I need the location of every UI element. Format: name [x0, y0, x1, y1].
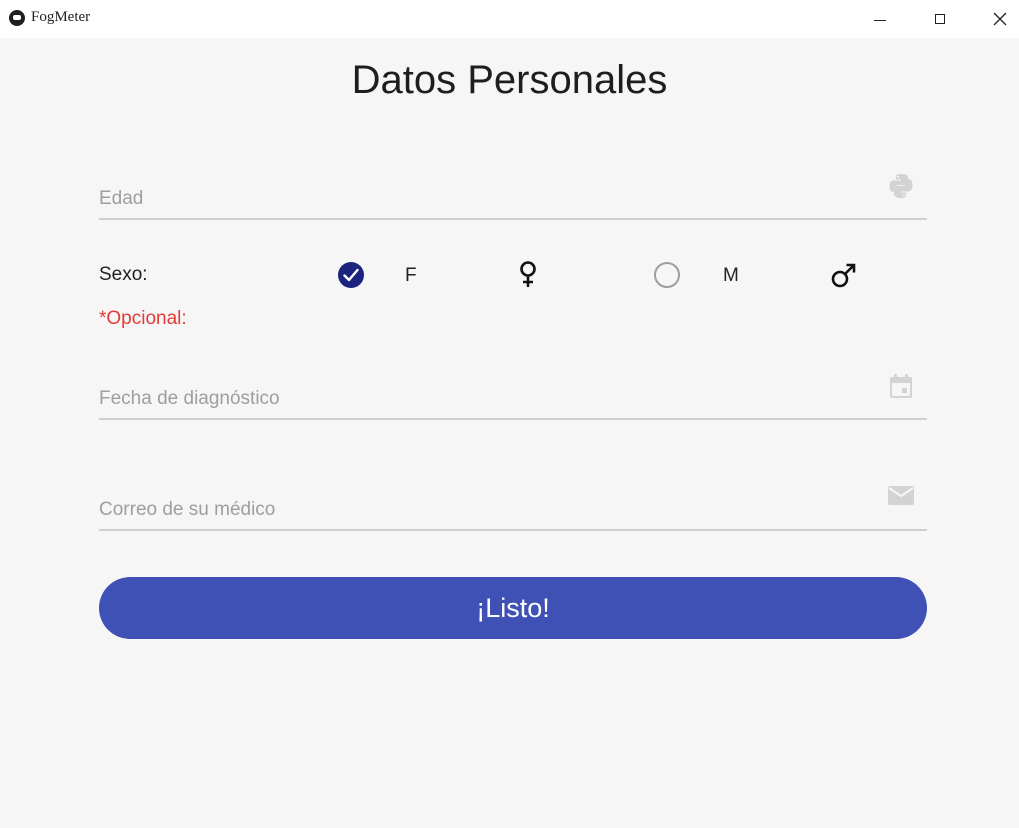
fecha-diagnostico-field[interactable]	[99, 358, 927, 420]
maximize-button[interactable]	[912, 0, 968, 38]
calendar-icon[interactable]	[887, 372, 915, 400]
app-logo-icon	[9, 10, 25, 26]
fecha-diagnostico-input[interactable]	[99, 388, 859, 410]
female-letter: F	[405, 265, 417, 286]
page-title: Datos Personales	[351, 58, 668, 102]
main-content: Datos Personales Sexo: F M *Opcional:	[0, 38, 1019, 828]
python-icon	[889, 174, 913, 198]
correo-medico-field[interactable]	[99, 469, 927, 531]
edad-field[interactable]	[99, 158, 927, 220]
male-icon	[831, 263, 856, 288]
sexo-label: Sexo:	[99, 264, 148, 285]
minimize-button[interactable]	[852, 0, 908, 38]
close-icon	[993, 12, 1007, 26]
optional-label: *Opcional:	[99, 308, 187, 329]
title-bar: FogMeter	[0, 0, 1019, 38]
edad-input[interactable]	[99, 188, 859, 210]
check-icon	[343, 268, 359, 282]
window-title: FogMeter	[31, 9, 91, 25]
close-button[interactable]	[972, 0, 1019, 38]
female-icon	[520, 261, 536, 287]
email-icon	[888, 486, 914, 505]
correo-medico-input[interactable]	[99, 499, 859, 521]
minimize-icon	[874, 19, 886, 21]
radio-female[interactable]	[338, 262, 364, 288]
listo-button[interactable]: ¡Listo!	[99, 577, 927, 639]
maximize-icon	[935, 14, 945, 24]
male-letter: M	[723, 265, 739, 286]
radio-male[interactable]	[654, 262, 680, 288]
